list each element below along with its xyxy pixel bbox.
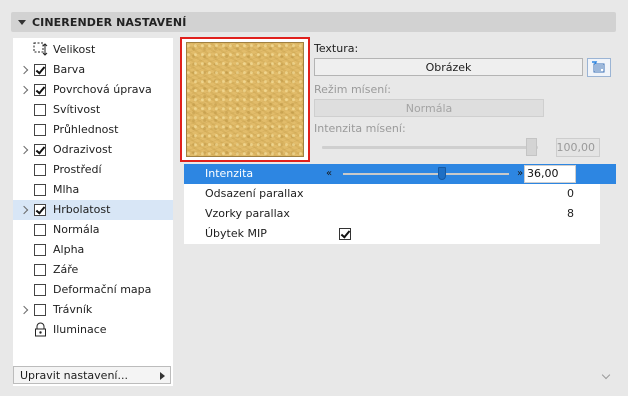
texture-type-button[interactable]: Obrázek [314,58,583,76]
tree-item-label: Alpha [53,243,85,256]
tree-item-label: Mlha [53,183,80,196]
expand-arrow-icon[interactable] [20,85,30,95]
intensity-input[interactable]: 36,00 [524,165,576,183]
tree-item-checkbox[interactable] [34,64,46,76]
intensity-slider-track[interactable] [343,173,509,175]
tree-item-checkbox[interactable] [34,164,46,176]
intensity-row[interactable]: Intenzita « » 36,00 [184,164,600,184]
tree-item-checkbox[interactable] [34,284,46,296]
edit-settings-label: Upravit nastavení... [20,368,128,382]
tree-item-label: Prostředí [53,163,102,176]
tree-item-label: Velikost [53,43,96,56]
tree-item[interactable]: Hrbolatost [13,200,173,220]
blend-mode-select[interactable]: Normála [314,99,544,117]
decrease-chevron-icon[interactable]: « [323,168,335,180]
tree-item-checkbox[interactable] [34,264,46,276]
edit-settings-button[interactable]: Upravit nastavení... [13,366,171,384]
tree-item[interactable]: Průhlednost [13,120,173,140]
tree-item[interactable]: Deformační mapa [13,280,173,300]
parallax-offset-value[interactable]: 0 [567,187,574,200]
settings-tree: Velikost Barva Povrchová úprava Svítivost Pr… [13,38,173,386]
tree-item-checkbox[interactable] [34,224,46,236]
parallax-samples-row[interactable]: Vzorky parallax 8 [184,204,600,224]
tree-item[interactable]: Iluminace [13,320,173,340]
expand-arrow-icon[interactable] [20,205,30,215]
tree-item-checkbox[interactable] [34,84,46,96]
tree-item-label: Normála [53,223,100,236]
tree-item-checkbox[interactable] [34,124,46,136]
tree-item-label: Odrazivost [53,143,113,156]
tree-item[interactable]: Barva [13,60,173,80]
tree-item-checkbox[interactable] [34,204,46,216]
parallax-samples-value[interactable]: 8 [567,207,574,220]
blend-intensity-slider-track[interactable] [322,146,538,149]
bump-properties-table: Intenzita « » 36,00 Odsazení parallax 0 … [184,164,600,244]
expand-arrow-icon[interactable] [20,65,30,75]
browse-texture-button[interactable] [587,58,611,77]
tree-item-label: Barva [53,63,86,76]
texture-preview-highlight [180,37,310,162]
tree-item-label: Deformační mapa [53,283,152,296]
tree-item[interactable]: Normála [13,220,173,240]
tree-item-label: Trávník [53,303,93,316]
blend-intensity-value: 100,00 [556,141,596,154]
parallax-samples-label: Vzorky parallax [205,207,290,220]
blend-intensity-label: Intenzita mísení: [314,122,406,135]
tree-item[interactable]: Prostředí [13,160,173,180]
tree-item-label: Průhlednost [53,123,119,136]
tree-item-label: Svítivost [53,103,101,116]
tree-item-label: Záře [53,263,79,276]
texture-preview-image[interactable] [186,42,304,157]
mip-falloff-row[interactable]: Úbytek MIP [184,224,600,244]
tree-item-label: Hrbolatost [53,203,111,216]
mip-falloff-checkbox[interactable] [339,228,351,240]
panel-header[interactable]: CINERENDER NASTAVENÍ [11,12,616,32]
tree-item-label: Povrchová úprava [53,83,152,96]
blend-intensity-slider-thumb[interactable] [526,138,537,156]
blend-mode-label: Režim mísení: [314,83,391,96]
texture-label: Textura: [314,42,359,55]
intensity-slider-thumb[interactable] [437,167,446,180]
intensity-value: 36,00 [527,167,559,180]
tree-item[interactable]: Alpha [13,240,173,260]
tree-item-checkbox[interactable] [34,104,46,116]
lock-icon [33,322,48,337]
folder-browse-icon [592,61,605,73]
tree-item[interactable]: Záře [13,260,173,280]
tree-item-checkbox[interactable] [34,244,46,256]
intensity-label: Intenzita [205,167,254,180]
expand-arrow-icon[interactable] [20,305,30,315]
mip-falloff-label: Úbytek MIP [205,227,267,240]
blend-intensity-input[interactable]: 100,00 [556,138,600,157]
submenu-arrow-icon [160,372,165,380]
tree-item-checkbox[interactable] [34,304,46,316]
tree-item-checkbox[interactable] [34,144,46,156]
blend-mode-value: Normála [405,101,453,115]
collapse-triangle-icon[interactable] [18,19,26,25]
parallax-offset-row[interactable]: Odsazení parallax 0 [184,184,600,204]
tree-item[interactable]: Svítivost [13,100,173,120]
tree-item-label: Iluminace [53,323,107,336]
tree-item[interactable]: Velikost [13,40,173,60]
tree-item[interactable]: Trávník [13,300,173,320]
texture-type-value: Obrázek [425,60,472,74]
expand-arrow-icon[interactable] [20,145,30,155]
panel-title: CINERENDER NASTAVENÍ [32,15,187,29]
tree-item[interactable]: Povrchová úprava [13,80,173,100]
parallax-offset-label: Odsazení parallax [205,187,304,200]
tree-item-checkbox[interactable] [34,184,46,196]
row-scroll-strip [600,164,616,184]
scroll-down-chevron-icon[interactable] [600,372,612,382]
tree-item[interactable]: Odrazivost [13,140,173,160]
tree-item[interactable]: Mlha [13,180,173,200]
resize-icon [33,42,48,57]
